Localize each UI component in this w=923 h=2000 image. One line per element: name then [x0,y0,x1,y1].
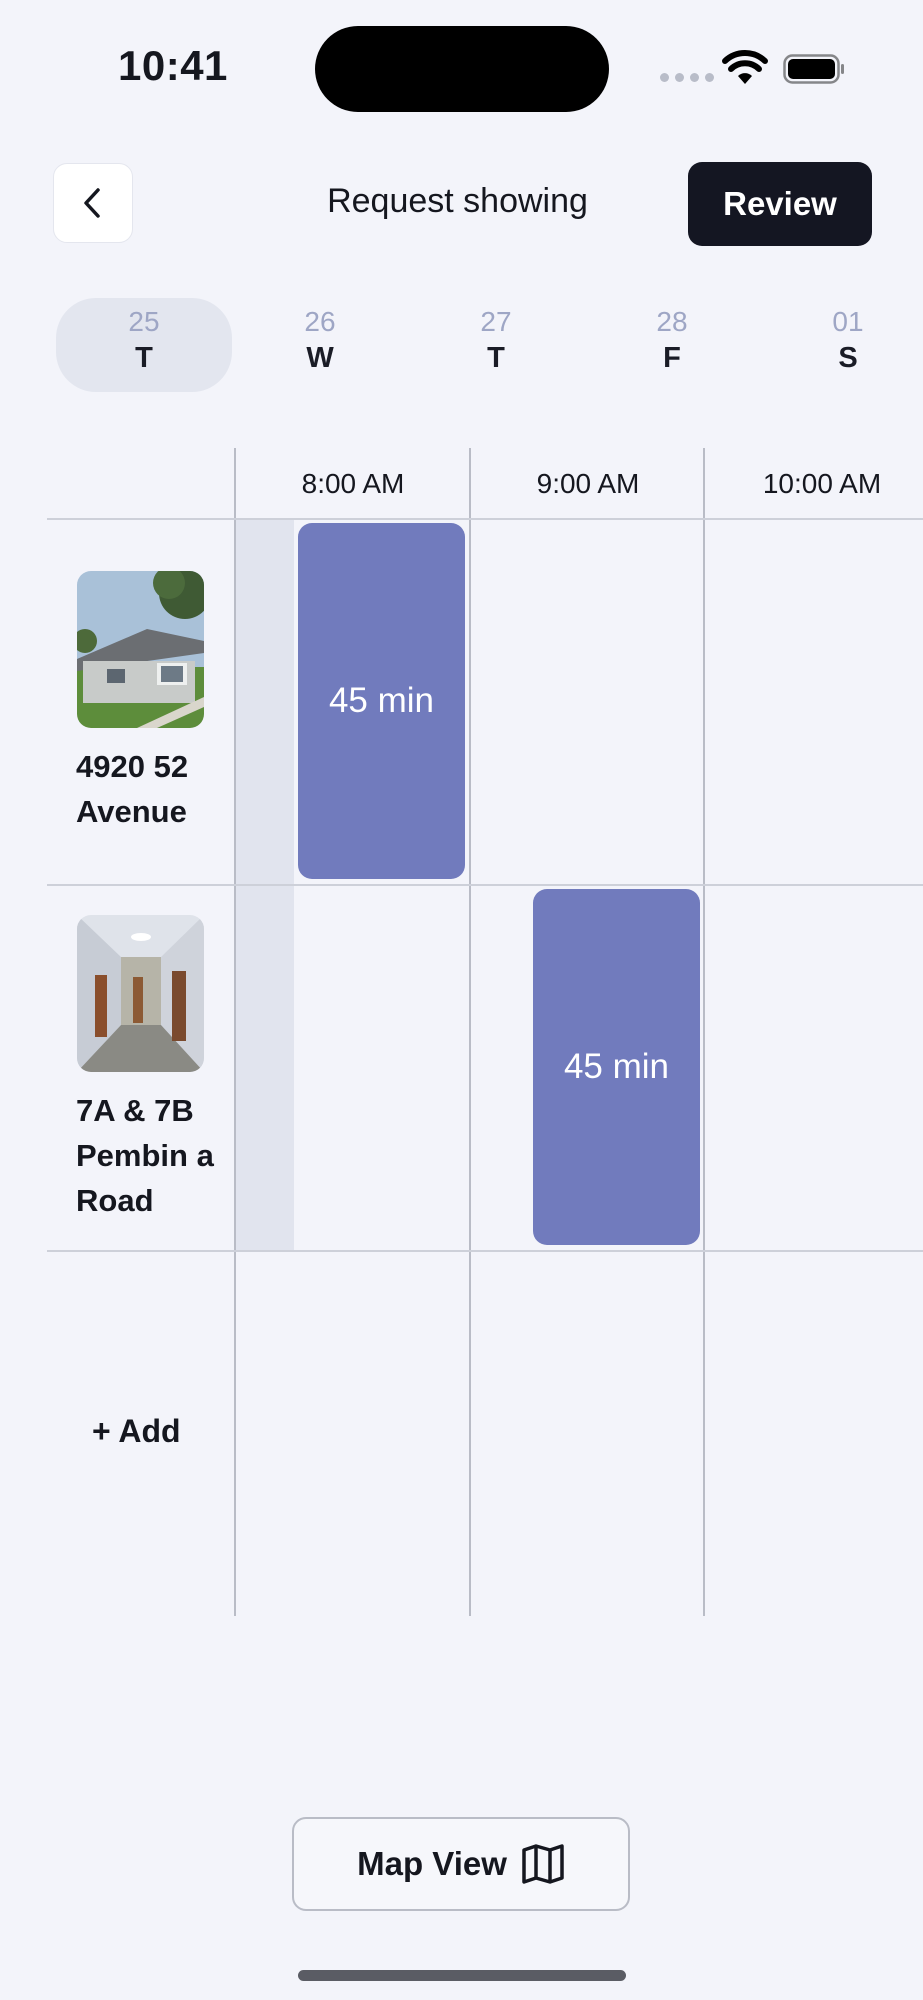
showing-slot[interactable]: 45 min [298,523,465,879]
day-number: 25 [128,306,160,337]
dynamic-island [315,26,609,112]
day-selector-27[interactable]: 27 T [408,298,584,392]
grid-line [47,884,923,886]
day-number: 26 [304,306,336,337]
review-button[interactable]: Review [688,162,872,246]
property-name: 4920 52 Avenue [76,749,189,829]
time-column-header: 8:00 AM [301,468,405,499]
day-letter: F [663,342,681,374]
past-time-shade [236,520,294,884]
battery-icon [783,54,844,84]
property-name: 7A & 7B Pembin a Road [76,1093,214,1218]
grid-line [47,518,923,520]
time-column-header: 10:00 AM [762,468,882,499]
chevron-left-icon [84,188,100,218]
past-time-shade [236,886,294,1250]
day-selector-26[interactable]: 26 W [232,298,408,392]
day-number: 27 [480,306,512,337]
home-indicator[interactable] [298,1970,626,1981]
day-letter: T [135,342,153,374]
grid-line [703,448,705,1616]
day-selector-28[interactable]: 28 F [584,298,760,392]
page-title: Request showing [327,182,588,220]
property-photo-hallway [77,915,204,1072]
map-view-button[interactable]: Map View [292,1817,630,1911]
grid-line [234,448,236,1616]
cellular-signal-icon [660,73,714,82]
day-number: 01 [832,306,864,337]
day-selector-01[interactable]: 01 S [760,298,923,392]
day-letter: S [838,342,858,374]
property-photo-house [77,571,204,728]
showing-slot[interactable]: 45 min [533,889,700,1245]
wifi-icon [722,50,768,84]
map-view-label: Map View [357,1845,507,1882]
day-letter: T [487,342,505,374]
day-letter: W [306,342,334,374]
day-selector-25[interactable]: 25 T [56,298,232,392]
time-column-header: 9:00 AM [536,468,640,499]
status-time: 10:41 [118,42,228,89]
back-button[interactable] [53,163,133,243]
grid-line [47,1250,923,1252]
map-icon [522,1844,564,1884]
add-property-button[interactable]: + Add [92,1413,181,1450]
day-number: 28 [656,306,688,337]
grid-line [469,448,471,1616]
